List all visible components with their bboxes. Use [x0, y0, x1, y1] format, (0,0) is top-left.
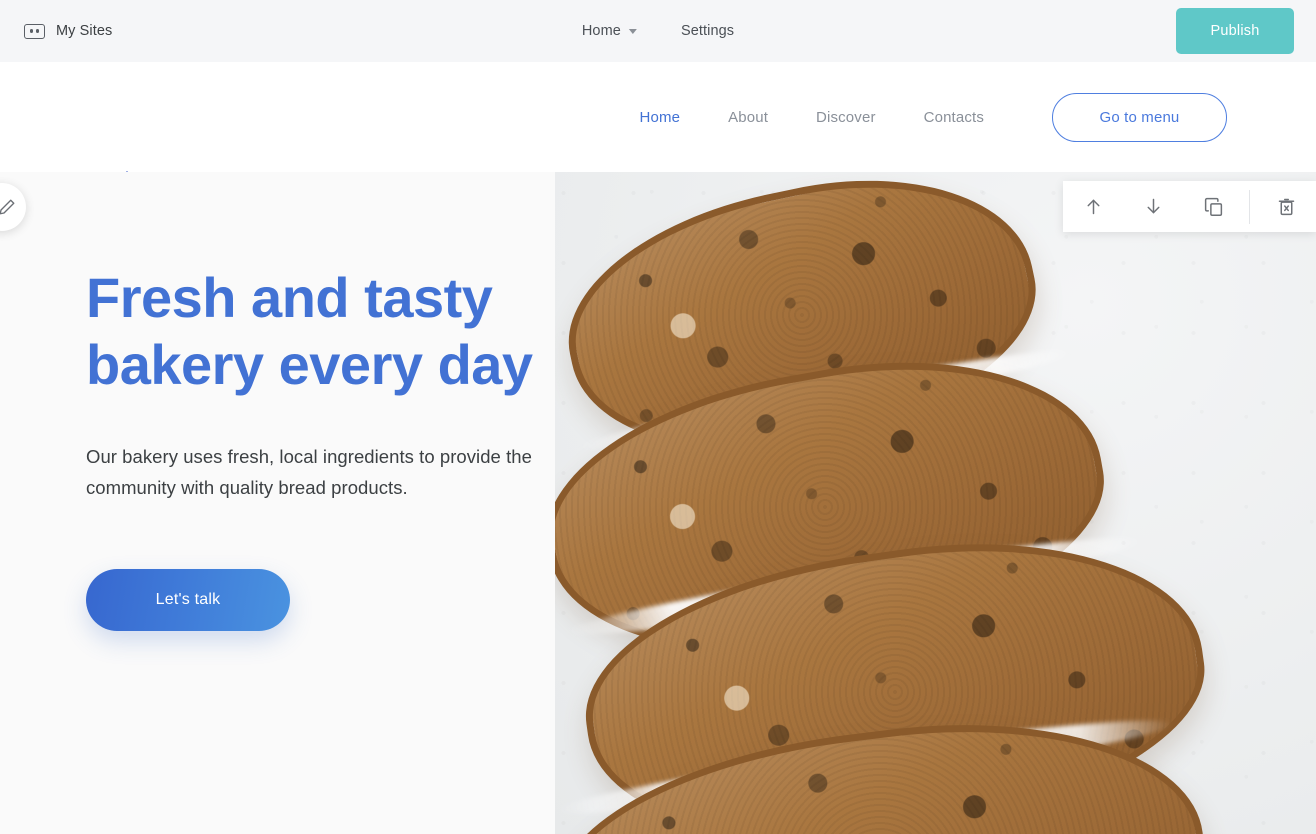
- nav-link-about[interactable]: About: [704, 109, 792, 126]
- nav-link-contacts[interactable]: Contacts: [900, 109, 1008, 126]
- block-toolbar: [1063, 181, 1316, 232]
- site-editor-app: My Sites Home Settings Publish bread · c…: [0, 0, 1316, 834]
- site-header: bread · croissant · cookies · Home About…: [0, 62, 1316, 212]
- settings-menu-item[interactable]: Settings: [681, 23, 734, 39]
- hero-title-line-1: Fresh and tasty: [86, 266, 493, 329]
- delete-button[interactable]: [1256, 181, 1316, 232]
- publish-button[interactable]: Publish: [1176, 8, 1294, 54]
- site-navigation: Home About Discover Contacts Go to menu: [615, 62, 1227, 172]
- nav-link-home[interactable]: Home: [615, 109, 704, 126]
- my-sites-button[interactable]: My Sites: [24, 23, 112, 39]
- lets-talk-button[interactable]: Let's talk: [86, 568, 290, 631]
- nav-link-discover[interactable]: Discover: [792, 109, 900, 126]
- arrow-down-icon: [1147, 198, 1159, 214]
- hero-text-block: Fresh and tasty bakery every day Our bak…: [86, 264, 606, 631]
- move-up-button[interactable]: [1063, 181, 1123, 232]
- editor-top-bar: My Sites Home Settings Publish: [0, 0, 1316, 62]
- chevron-down-icon: [628, 28, 637, 34]
- pencil-icon: [0, 199, 15, 215]
- hero-title-line-2: bakery every day: [86, 333, 533, 397]
- my-sites-label: My Sites: [56, 23, 113, 39]
- go-to-menu-button[interactable]: Go to menu: [1052, 92, 1227, 142]
- arrow-up-icon: [1087, 199, 1099, 215]
- hero-subtitle[interactable]: Our bakery uses fresh, local ingredients…: [86, 442, 606, 502]
- editor-center-menu: Home Settings: [582, 23, 734, 39]
- hero-section[interactable]: Fresh and tasty bakery every day Our bak…: [0, 172, 1316, 834]
- page-selector-label: Home: [581, 23, 621, 39]
- hero-title[interactable]: Fresh and tasty bakery every day: [86, 264, 606, 398]
- settings-label: Settings: [680, 23, 735, 39]
- duplicate-button[interactable]: [1183, 181, 1243, 232]
- sites-card-icon: [24, 23, 45, 39]
- copy-icon: [1204, 197, 1222, 216]
- page-selector[interactable]: Home: [582, 23, 637, 39]
- hero-bread-image: [555, 172, 1316, 834]
- move-down-button[interactable]: [1123, 181, 1183, 232]
- toolbar-divider: [1249, 189, 1250, 224]
- trash-x-icon: [1278, 198, 1294, 216]
